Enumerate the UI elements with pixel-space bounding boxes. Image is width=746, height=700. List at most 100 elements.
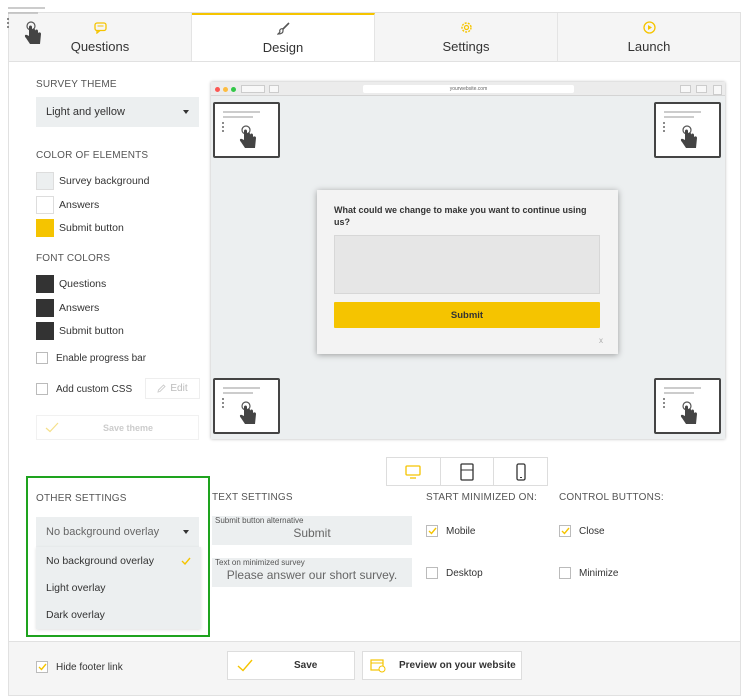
- minimized-text-field[interactable]: Text on minimized survey Please answer o…: [212, 558, 412, 587]
- tab-settings[interactable]: Settings: [375, 13, 558, 61]
- minimized-text-value: Please answer our short survey.: [226, 568, 398, 582]
- theme-select[interactable]: Light and yellow: [36, 97, 199, 127]
- text-settings-heading: TEXT SETTINGS: [212, 492, 293, 503]
- tab-label: Settings: [442, 38, 490, 54]
- survey-theme-heading: SURVEY THEME: [36, 79, 117, 90]
- tabs-icon: [696, 85, 707, 93]
- maximize-dot-icon: [231, 87, 236, 92]
- color-row-submit-button[interactable]: Submit button: [36, 219, 124, 237]
- progress-bar-option[interactable]: Enable progress bar: [36, 352, 146, 364]
- submit-alt-label: Submit button alternative: [215, 516, 304, 525]
- desktop-checkbox[interactable]: [426, 567, 438, 579]
- progress-bar-label: Enable progress bar: [56, 352, 147, 364]
- play-icon: [642, 21, 656, 35]
- browser-window-icon: [370, 658, 386, 673]
- monitor-icon: [405, 464, 421, 479]
- tab-label: Launch: [627, 38, 671, 54]
- color-swatch[interactable]: [36, 172, 54, 190]
- submit-alt-value: Submit: [293, 526, 331, 540]
- rotate-tablet-icon: [459, 462, 475, 481]
- save-theme-button[interactable]: Save theme: [36, 415, 199, 440]
- browser-toolbar: yourwebsite.com: [211, 82, 725, 96]
- color-row-answers[interactable]: Answers: [36, 196, 99, 214]
- close-dot-icon: [215, 87, 220, 92]
- brush-icon: [276, 22, 290, 36]
- tab-questions[interactable]: Questions: [9, 13, 192, 61]
- hide-footer-checkbox[interactable]: [36, 661, 48, 673]
- survey-question: What could we change to make you want to…: [334, 205, 587, 227]
- gear-icon: [459, 21, 473, 35]
- color-swatch[interactable]: [36, 322, 54, 340]
- minimized-mobile-option[interactable]: Mobile: [426, 525, 475, 537]
- color-swatch[interactable]: [36, 275, 54, 293]
- progress-bar-checkbox[interactable]: [36, 352, 48, 364]
- close-label: Close: [579, 525, 605, 537]
- minimized-text-label: Text on minimized survey: [215, 558, 305, 567]
- color-label: Survey background: [59, 175, 150, 187]
- preview-label: Preview on your website: [399, 660, 516, 671]
- mobile-checkbox[interactable]: [426, 525, 438, 537]
- submit-alt-field[interactable]: Submit button alternative Submit: [212, 516, 412, 545]
- position-bottom-right[interactable]: [654, 378, 721, 434]
- control-minimize-option[interactable]: Minimize: [559, 567, 618, 579]
- tab-launch[interactable]: Launch: [558, 13, 740, 61]
- mobile-view-button[interactable]: [494, 458, 547, 485]
- desktop-view-button[interactable]: [387, 458, 441, 485]
- survey-popup-preview: What could we change to make you want to…: [317, 190, 618, 354]
- chat-icon: [93, 21, 107, 35]
- font-color-row-submit-button[interactable]: Submit button: [36, 322, 124, 340]
- hide-footer-link-option[interactable]: Hide footer link: [36, 661, 123, 673]
- color-row-survey-background[interactable]: Survey background: [36, 172, 149, 190]
- url-bar: yourwebsite.com: [363, 85, 574, 93]
- close-checkbox[interactable]: [559, 525, 571, 537]
- survey-answer-field: [334, 235, 600, 294]
- color-swatch[interactable]: [36, 196, 54, 214]
- check-icon: [237, 659, 253, 672]
- share-icon: [680, 85, 691, 93]
- custom-css-option[interactable]: Add custom CSS: [36, 383, 132, 395]
- save-button[interactable]: Save: [227, 651, 355, 680]
- tablet-view-button[interactable]: [441, 458, 495, 485]
- control-close-option[interactable]: Close: [559, 525, 605, 537]
- minimize-dot-icon: [223, 87, 228, 92]
- save-theme-label: Save theme: [103, 422, 154, 433]
- device-switcher: [386, 457, 548, 486]
- color-label: Submit button: [59, 325, 124, 337]
- start-minimized-heading: START MINIMIZED ON:: [426, 492, 538, 503]
- color-label: Submit button: [59, 222, 124, 234]
- tab-bar: Questions Design Settings Launch: [9, 13, 740, 62]
- nav-buttons-icon: [241, 85, 265, 93]
- pencil-icon: [157, 384, 167, 393]
- font-colors-heading: FONT COLORS: [36, 253, 111, 264]
- position-top-left[interactable]: [213, 102, 280, 158]
- phone-icon: [516, 462, 526, 481]
- minimize-checkbox[interactable]: [559, 567, 571, 579]
- color-swatch[interactable]: [36, 299, 54, 317]
- custom-css-label: Add custom CSS: [56, 383, 133, 395]
- preview-on-website-button[interactable]: Preview on your website: [362, 651, 522, 680]
- hide-footer-label: Hide footer link: [56, 661, 123, 673]
- sidebar-icon: [269, 85, 279, 93]
- edit-css-button[interactable]: Edit: [145, 378, 200, 399]
- color-label: Answers: [59, 302, 100, 314]
- check-icon: [45, 422, 59, 433]
- survey-submit-button: Submit: [334, 302, 600, 328]
- theme-value: Light and yellow: [46, 106, 125, 118]
- tab-design[interactable]: Design: [192, 13, 375, 61]
- tab-label: Questions: [70, 38, 130, 54]
- color-swatch[interactable]: [36, 219, 54, 237]
- survey-close-button: x: [599, 336, 603, 345]
- minimized-desktop-option[interactable]: Desktop: [426, 567, 483, 579]
- minimize-label: Minimize: [579, 567, 619, 579]
- font-color-row-questions[interactable]: Questions: [36, 275, 106, 293]
- color-elements-heading: COLOR OF ELEMENTS: [36, 150, 149, 161]
- position-bottom-left[interactable]: [213, 378, 280, 434]
- save-label: Save: [294, 660, 318, 671]
- chevron-down-icon: [183, 110, 189, 114]
- highlight-box: [26, 476, 210, 637]
- custom-css-checkbox[interactable]: [36, 383, 48, 395]
- position-top-right[interactable]: [654, 102, 721, 158]
- edit-label: Edit: [170, 383, 188, 394]
- desktop-label: Desktop: [446, 567, 483, 579]
- font-color-row-answers[interactable]: Answers: [36, 299, 99, 317]
